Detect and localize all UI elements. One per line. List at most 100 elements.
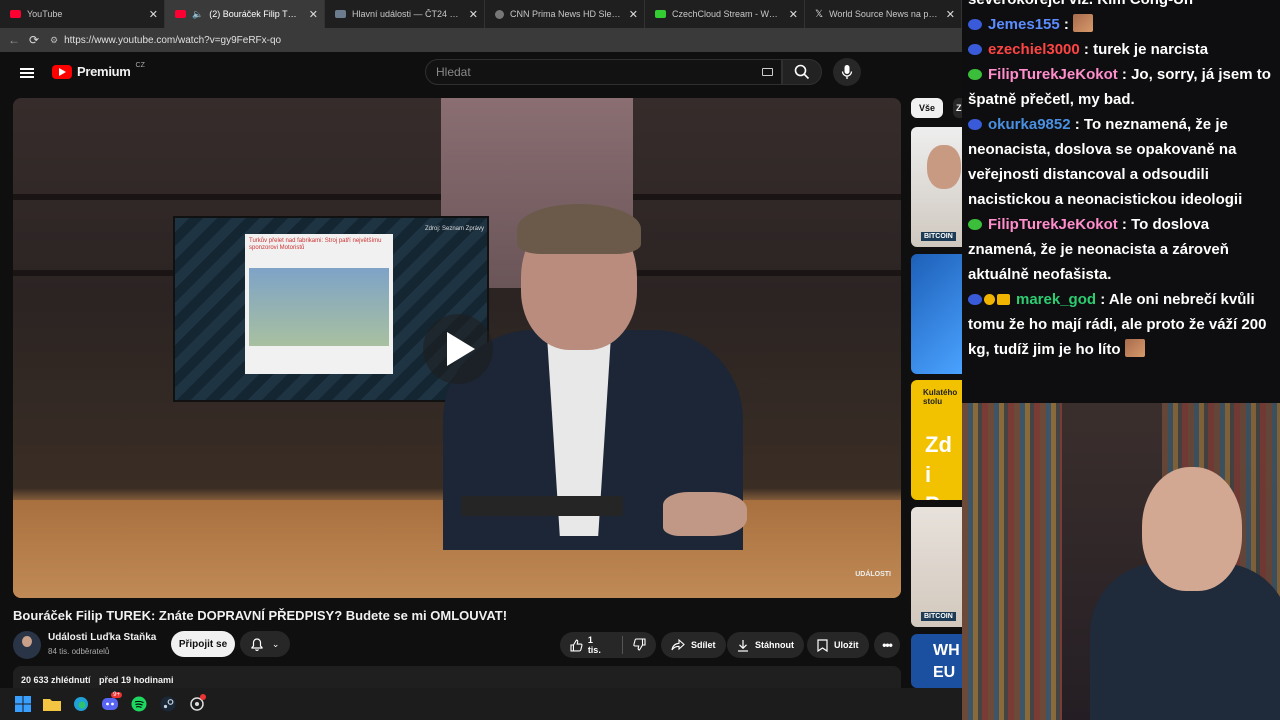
back-icon[interactable]: ← bbox=[4, 33, 24, 47]
chat-message: FilipTurekJeKokot : Jo, sorry, já jsem t… bbox=[968, 62, 1276, 112]
helicopter-photo bbox=[249, 268, 389, 346]
divider bbox=[622, 636, 623, 654]
browser-tab-active[interactable]: 🔈 (2) Bouráček Filip TUREK: Zná ✕ bbox=[165, 0, 325, 28]
globe-favicon-icon bbox=[495, 9, 504, 19]
emote-icon bbox=[1073, 14, 1094, 32]
reload-icon[interactable]: ⟳ bbox=[24, 33, 44, 47]
tab-title: (2) Bouráček Filip TUREK: Zná bbox=[209, 9, 302, 19]
tab-title: CzechCloud Stream - Watch Live bbox=[672, 9, 782, 19]
youtube-logo-icon bbox=[52, 64, 72, 79]
recommended-video-thumbnail[interactable] bbox=[911, 254, 962, 374]
app-button[interactable] bbox=[182, 688, 211, 720]
close-tab-icon[interactable]: ✕ bbox=[149, 8, 158, 21]
spotify-button[interactable] bbox=[124, 688, 153, 720]
more-icon: ••• bbox=[882, 638, 893, 652]
url-field[interactable]: ⚙ https://www.youtube.com/watch?v=gy9FeR… bbox=[50, 35, 281, 46]
file-explorer-button[interactable] bbox=[37, 688, 66, 720]
subscriber-count: 84 tis. odběratelů bbox=[48, 647, 110, 656]
tablet bbox=[461, 496, 623, 516]
steam-button[interactable] bbox=[153, 688, 182, 720]
thumbs-up-icon bbox=[570, 639, 583, 651]
like-button[interactable]: 1 tis. bbox=[570, 635, 608, 655]
download-label: Stáhnout bbox=[755, 640, 794, 650]
recommended-video-thumbnail[interactable]: BITCOIN bbox=[911, 127, 962, 247]
address-bar: ← ⟳ ⚙ https://www.youtube.com/watch?v=gy… bbox=[0, 28, 962, 52]
notification-dot bbox=[200, 694, 206, 700]
save-button[interactable]: Uložit bbox=[807, 632, 869, 658]
close-tab-icon[interactable]: ✕ bbox=[629, 8, 638, 21]
dislike-button[interactable] bbox=[633, 637, 646, 653]
youtube-logo[interactable]: Premium CZ bbox=[52, 62, 145, 79]
folder-icon bbox=[42, 699, 61, 711]
user-badge-icon bbox=[968, 119, 982, 130]
channel-name[interactable]: Události Luďka Staňka bbox=[48, 632, 156, 643]
close-tab-icon[interactable]: ✕ bbox=[469, 8, 478, 21]
gift-badge-icon bbox=[984, 294, 995, 305]
browser-tab[interactable]: CzechCloud Stream - Watch Live ✕ bbox=[645, 0, 805, 28]
view-count: 20 633 zhlédnutí bbox=[21, 675, 91, 685]
youtube-favicon-icon bbox=[175, 10, 186, 18]
video-player[interactable]: Turkův přelet nad fabrikami: Stroj patří… bbox=[13, 98, 901, 598]
search-box bbox=[425, 59, 782, 85]
more-actions-button[interactable]: ••• bbox=[874, 632, 900, 658]
chat-username[interactable]: FilipTurekJeKokot bbox=[988, 66, 1118, 83]
browser-tab[interactable]: CNN Prima News HD Sledujte na ✕ bbox=[485, 0, 645, 28]
chat-username[interactable]: okurka9852 bbox=[988, 116, 1071, 133]
chat-username[interactable]: ezechiel3000 bbox=[988, 41, 1080, 58]
chevron-down-icon: ⌄ bbox=[271, 638, 280, 649]
close-tab-icon[interactable]: ✕ bbox=[946, 8, 955, 21]
edge-button[interactable] bbox=[66, 688, 95, 720]
close-tab-icon[interactable]: ✕ bbox=[789, 8, 798, 21]
chat-username[interactable]: Jemes155 bbox=[988, 16, 1060, 33]
chat-message: ezechiel3000 : turek je narcista bbox=[968, 37, 1276, 62]
close-tab-icon[interactable]: ✕ bbox=[309, 8, 318, 21]
start-button[interactable] bbox=[8, 688, 37, 720]
browser-tab[interactable]: 𝕏 World Source News na platformě ✕ bbox=[805, 0, 962, 28]
browser-tab[interactable]: Hlavní události — ČT24 — Česká ✕ bbox=[325, 0, 485, 28]
share-label: Sdílet bbox=[691, 640, 716, 650]
play-button[interactable] bbox=[423, 314, 493, 384]
chip-all[interactable]: Vše bbox=[911, 98, 943, 118]
recommended-video-thumbnail[interactable]: WH EUR bbox=[911, 634, 962, 688]
youtube-page: Premium CZ Turkův přelet nad fabrikami: … bbox=[0, 52, 962, 700]
presenter bbox=[443, 204, 743, 550]
search-button[interactable] bbox=[782, 59, 822, 85]
crown-badge-icon bbox=[997, 294, 1010, 305]
streamer-head bbox=[1142, 467, 1242, 591]
presenter-hair bbox=[517, 204, 641, 254]
thumbnail-big-text: WH EUR bbox=[933, 642, 960, 688]
speaker-icon[interactable]: 🔈 bbox=[192, 9, 203, 20]
menu-icon[interactable] bbox=[20, 68, 34, 78]
thumbnail-label: BITCOIN bbox=[921, 612, 956, 621]
site-info-icon[interactable]: ⚙ bbox=[50, 35, 58, 46]
taskbar: 9+ bbox=[0, 688, 962, 720]
download-button[interactable]: Stáhnout bbox=[727, 632, 804, 658]
recommended-video-thumbnail[interactable]: BITCOIN bbox=[911, 507, 962, 627]
notification-bell-button[interactable]: ⌄ bbox=[240, 631, 290, 657]
voice-search-button[interactable] bbox=[833, 58, 861, 86]
url-text: https://www.youtube.com/watch?v=gy9FeRFx… bbox=[64, 34, 282, 46]
screen: YouTube ✕ 🔈 (2) Bouráček Filip TUREK: Zn… bbox=[0, 0, 1280, 720]
spotify-icon bbox=[131, 696, 146, 712]
search-input[interactable] bbox=[436, 65, 756, 79]
channel-avatar[interactable] bbox=[13, 631, 41, 659]
tab-title: CNN Prima News HD Sledujte na bbox=[510, 9, 622, 19]
steam-icon bbox=[160, 696, 175, 712]
streamer-webcam bbox=[962, 403, 1280, 720]
keyboard-icon[interactable] bbox=[762, 68, 773, 76]
tab-title: World Source News na platformě bbox=[829, 9, 939, 19]
user-badge-icon bbox=[968, 19, 982, 30]
stream-chat: severokorejci viz. Kim Čong-Un Jemes155 … bbox=[962, 0, 1280, 403]
chip-filter[interactable]: Z bbox=[953, 98, 962, 118]
discord-button[interactable]: 9+ bbox=[95, 688, 124, 720]
recommended-video-thumbnail[interactable]: Kulatého stolu Zdi Po bbox=[911, 380, 962, 500]
emote-icon bbox=[1124, 339, 1145, 357]
thumbnail-label: Kulatého stolu bbox=[923, 388, 958, 406]
thumbnail-big-text: Zdi Po bbox=[925, 432, 953, 500]
youtube-favicon-icon bbox=[10, 10, 21, 18]
join-button[interactable]: Připojit se bbox=[171, 631, 235, 657]
browser-tab[interactable]: YouTube ✕ bbox=[0, 0, 165, 28]
chat-username[interactable]: FilipTurekJeKokot bbox=[988, 216, 1118, 233]
share-button[interactable]: Sdílet bbox=[661, 632, 726, 658]
chat-username[interactable]: marek_god bbox=[1016, 291, 1096, 308]
